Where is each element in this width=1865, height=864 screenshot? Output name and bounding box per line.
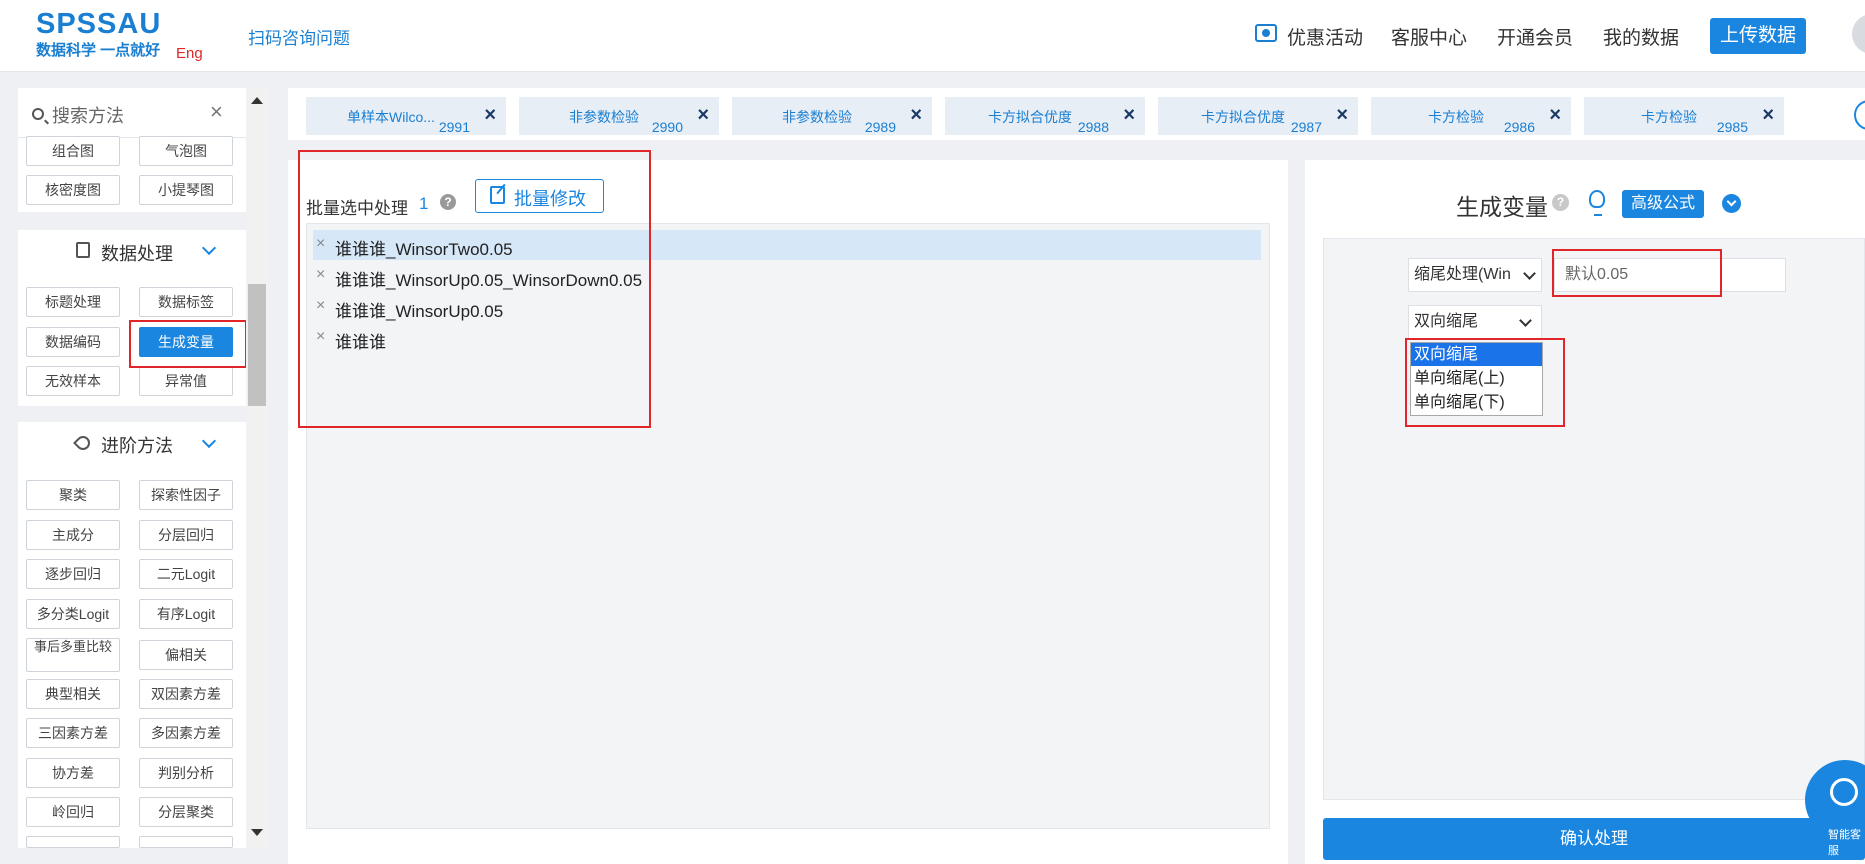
- method-invalid-samples[interactable]: 无效样本: [26, 366, 120, 396]
- history-tab[interactable]: 单样本Wilco... 2991 ×: [306, 97, 506, 135]
- history-tab[interactable]: 卡方拟合优度 2988 ×: [945, 97, 1145, 135]
- method-violin-chart[interactable]: 小提琴图: [139, 175, 233, 205]
- section-title-advanced[interactable]: 进阶方法: [101, 432, 173, 458]
- method-clustering[interactable]: 聚类: [26, 480, 120, 510]
- highlight-box-input: [1552, 249, 1722, 297]
- close-icon[interactable]: ×: [1336, 105, 1348, 125]
- method-partial-hidden[interactable]: [26, 836, 120, 848]
- history-tab[interactable]: 非参数检验 2989 ×: [732, 97, 932, 135]
- tab-number: 2987: [1290, 119, 1322, 135]
- method-stepwise-regression[interactable]: 逐步回归: [26, 559, 120, 589]
- close-icon[interactable]: ×: [484, 105, 496, 125]
- method-discriminant[interactable]: 判别分析: [139, 758, 233, 788]
- method-partial-correlation[interactable]: 偏相关: [139, 640, 233, 670]
- method-two-way-anova[interactable]: 双因素方差: [139, 679, 233, 709]
- method-covariance[interactable]: 协方差: [26, 758, 120, 788]
- scrollbar-thumb[interactable]: [248, 284, 266, 406]
- highlight-box-batch: [298, 150, 651, 428]
- direction-select-value: 双向缩尾: [1414, 313, 1479, 330]
- nav-membership[interactable]: 开通会员: [1497, 23, 1573, 50]
- method-efa[interactable]: 探索性因子: [139, 480, 233, 510]
- method-ridge-regression[interactable]: 岭回归: [26, 797, 120, 827]
- history-tab[interactable]: 卡方检验 2986 ×: [1371, 97, 1571, 135]
- method-title-processing[interactable]: 标题处理: [26, 287, 120, 317]
- method-select-value: 缩尾处理(Win: [1414, 266, 1511, 283]
- close-icon[interactable]: ×: [1123, 105, 1135, 125]
- tab-number: 2985: [1716, 119, 1748, 135]
- tab-number: 2991: [438, 119, 470, 135]
- nav-promotions[interactable]: 优惠活动: [1287, 23, 1363, 50]
- method-ordinal-logit[interactable]: 有序Logit: [139, 599, 233, 629]
- history-tab[interactable]: 卡方检验 2985 ×: [1584, 97, 1784, 135]
- method-three-way-anova[interactable]: 三因素方差: [26, 718, 120, 748]
- language-switch-link[interactable]: Eng: [176, 45, 203, 62]
- upload-data-button[interactable]: 上传数据: [1710, 18, 1806, 54]
- arrow-down-circle-icon[interactable]: [1722, 194, 1741, 213]
- assistant-label: 智能客服: [1828, 829, 1861, 857]
- method-combo-chart[interactable]: 组合图: [26, 136, 120, 166]
- database-icon: [76, 242, 90, 258]
- advanced-formula-button[interactable]: 高级公式: [1622, 190, 1704, 218]
- method-partial-hidden[interactable]: [139, 836, 233, 848]
- panel-title: 生成变量: [1456, 194, 1548, 220]
- lightbulb-icon[interactable]: [1589, 190, 1605, 216]
- tab-number: 2989: [864, 119, 896, 135]
- ticket-icon: [1255, 24, 1277, 42]
- highlight-box-dropdown: [1405, 338, 1565, 427]
- search-icon: [32, 108, 44, 120]
- method-post-hoc[interactable]: 事后多重比较: [26, 638, 120, 672]
- method-data-label[interactable]: 数据标签: [139, 287, 233, 317]
- tab-number: 2988: [1077, 119, 1109, 135]
- tab-number: 2990: [651, 119, 683, 135]
- method-multi-way-anova[interactable]: 多因素方差: [139, 718, 233, 748]
- nav-my-data[interactable]: 我的数据: [1603, 23, 1679, 50]
- config-area: [1323, 238, 1865, 800]
- close-icon[interactable]: ×: [210, 101, 223, 123]
- logo[interactable]: SPSSAU: [36, 8, 161, 41]
- close-icon[interactable]: ×: [1549, 105, 1561, 125]
- method-binary-logit[interactable]: 二元Logit: [139, 559, 233, 589]
- method-multinomial-logit[interactable]: 多分类Logit: [26, 599, 120, 629]
- tab-number: 2986: [1503, 119, 1535, 135]
- help-icon[interactable]: ?: [1552, 194, 1569, 211]
- method-hierarchical-clustering[interactable]: 分层聚类: [139, 797, 233, 827]
- scroll-down-icon[interactable]: [251, 829, 263, 836]
- headset-icon: [1830, 778, 1858, 806]
- search-input[interactable]: 搜索方法: [52, 102, 124, 128]
- nav-service-center[interactable]: 客服中心: [1391, 23, 1467, 50]
- history-tab[interactable]: 非参数检验 2990 ×: [519, 97, 719, 135]
- method-pca[interactable]: 主成分: [26, 520, 120, 550]
- confirm-button[interactable]: 确认处理: [1323, 818, 1865, 860]
- scan-consult-link[interactable]: 扫码咨询问题: [248, 24, 350, 49]
- method-bubble-chart[interactable]: 气泡图: [139, 136, 233, 166]
- close-icon[interactable]: ×: [697, 105, 709, 125]
- history-tab[interactable]: 卡方拟合优度 2987 ×: [1158, 97, 1358, 135]
- method-select[interactable]: 缩尾处理(Win: [1408, 258, 1542, 292]
- method-hierarchical-regression[interactable]: 分层回归: [139, 520, 233, 550]
- highlight-box-generate-variable: [129, 320, 247, 368]
- method-kde-chart[interactable]: 核密度图: [26, 175, 120, 205]
- logo-slogan: 数据科学 一点就好: [36, 42, 161, 59]
- section-title-data-processing[interactable]: 数据处理: [101, 240, 173, 266]
- method-canonical-correlation[interactable]: 典型相关: [26, 679, 120, 709]
- scroll-up-icon[interactable]: [251, 97, 263, 104]
- close-icon[interactable]: ×: [910, 105, 922, 125]
- close-icon[interactable]: ×: [1762, 105, 1774, 125]
- method-outliers[interactable]: 异常值: [139, 366, 233, 396]
- method-data-encoding[interactable]: 数据编码: [26, 327, 120, 357]
- sidebar-scrollbar[interactable]: [246, 88, 268, 848]
